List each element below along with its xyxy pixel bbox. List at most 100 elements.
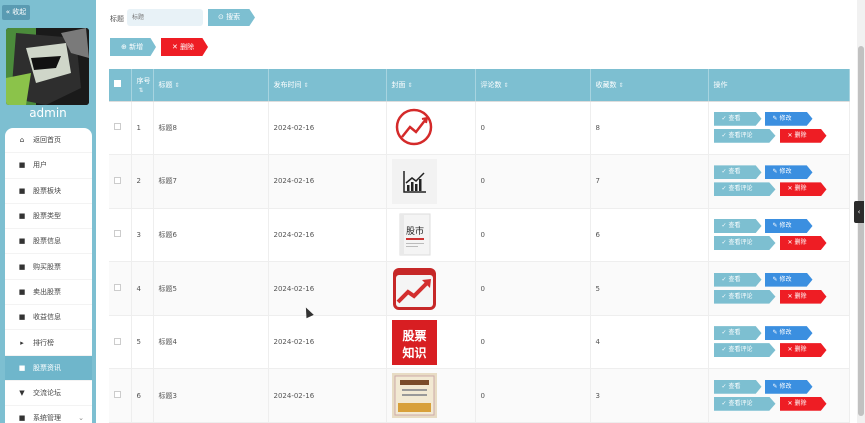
cell-cover: 股市 <box>386 208 476 263</box>
row-checkbox[interactable] <box>114 284 121 292</box>
view-label: 查看 <box>728 221 741 229</box>
view-button[interactable]: ✓ 查看 <box>713 272 762 287</box>
sidebar-item-label: 股票板块 <box>33 186 61 195</box>
view-comments-button[interactable]: ✓ 查看评论 <box>713 235 776 250</box>
scrollbar-thumb[interactable] <box>858 46 864 416</box>
row-checkbox[interactable] <box>114 123 121 131</box>
row-checkbox[interactable] <box>114 337 121 345</box>
edit-button[interactable]: ✎ 修改 <box>764 272 813 287</box>
delete-label: 删除 <box>794 185 807 193</box>
header-comments[interactable]: 评论数 ⇕ <box>475 69 591 102</box>
sidebar-item[interactable]: ■ 股票资讯 <box>5 355 92 381</box>
sidebar-item[interactable]: ■ 股票类型 <box>5 204 92 230</box>
row-checkbox[interactable] <box>114 391 121 399</box>
side-drawer-toggle[interactable]: ‹ <box>854 201 864 223</box>
menu-icon: ▼ <box>19 389 25 398</box>
view-button[interactable]: ✓ 查看 <box>713 165 762 180</box>
sidebar-item[interactable]: ■ 收益信息 <box>5 305 92 331</box>
row-checkbox[interactable] <box>114 230 121 238</box>
cover-image <box>392 266 475 311</box>
view-button[interactable]: ✓ 查看 <box>713 379 762 394</box>
header-favorites-label: 收藏数 <box>595 80 617 89</box>
cell-date: 2024-02-16 <box>268 261 387 316</box>
row-select-cell[interactable] <box>109 315 132 370</box>
row-select-cell[interactable] <box>109 154 132 209</box>
cover-image: 股市 <box>391 212 475 258</box>
header-actions: 操作 <box>708 69 850 102</box>
table-row: 6 标题3 2024-02-16 0 3 ✓ 查看 ✎ 修改 ✓ 查看评论 ✕ 删除 <box>109 368 850 423</box>
delete-button[interactable]: ✕ 删除 <box>779 128 827 143</box>
view-comments-label: 查看评论 <box>728 185 753 193</box>
row-select-cell[interactable] <box>109 368 132 423</box>
sidebar-item[interactable]: ■ 卖出股票 <box>5 280 92 306</box>
sidebar-item[interactable]: ■ 股票板块 <box>5 179 92 204</box>
cell-favorites: 4 <box>590 315 709 370</box>
sidebar-item[interactable]: ▸ 排行榜 <box>5 330 92 356</box>
sidebar-item-label: 股票信息 <box>33 237 61 246</box>
view-label: 查看 <box>728 275 741 283</box>
sidebar-item[interactable]: ■ 系统管理 ⌄ <box>5 406 92 423</box>
view-button[interactable]: ✓ 查看 <box>713 111 762 126</box>
header-favorites[interactable]: 收藏数 ⇕ <box>590 69 709 102</box>
menu-icon: ■ <box>18 414 26 423</box>
view-comments-button[interactable]: ✓ 查看评论 <box>713 289 776 304</box>
avatar <box>6 28 89 105</box>
sidebar-item[interactable]: ⌂ 返回首页 <box>5 128 92 154</box>
select-all-checkbox[interactable] <box>114 80 121 88</box>
select-all-header[interactable] <box>109 69 132 102</box>
add-button[interactable]: ⊕ 新增 <box>110 38 156 56</box>
cell-actions: ✓ 查看 ✎ 修改 ✓ 查看评论 ✕ 删除 <box>708 154 850 209</box>
sidebar-item[interactable]: ■ 股票信息 <box>5 229 92 255</box>
delete-button[interactable]: ✕ 删除 <box>779 235 827 250</box>
sidebar-item[interactable]: ■ 购买股票 <box>5 254 92 280</box>
search-label: 标题 <box>110 15 124 23</box>
sort-icon: ⇕ <box>503 81 509 89</box>
table-row: 2 标题7 2024-02-16 0 7 ✓ 查看 ✎ 修改 ✓ 查看评论 ✕ 删除 <box>109 154 850 209</box>
table-row: 3 标题6 2024-02-16 股市 0 6 ✓ 查看 ✎ 修改 ✓ 查看评论 ✕ 删除 <box>109 208 850 263</box>
cell-comments: 0 <box>475 154 591 209</box>
delete-button[interactable]: ✕ 删除 <box>779 343 827 358</box>
edit-button[interactable]: ✎ 修改 <box>764 326 813 341</box>
cell-title: 标题3 <box>153 368 269 423</box>
view-button[interactable]: ✓ 查看 <box>713 218 762 233</box>
cell-index: 3 <box>131 208 154 263</box>
search-input[interactable] <box>127 9 203 26</box>
row-select-cell[interactable] <box>109 261 132 316</box>
edit-button[interactable]: ✎ 修改 <box>764 218 813 233</box>
sidebar-item[interactable]: ▼ 交流论坛 <box>5 381 92 407</box>
sidebar-item[interactable]: ■ 用户 <box>5 153 92 179</box>
edit-button[interactable]: ✎ 修改 <box>764 379 813 394</box>
row-select-cell[interactable] <box>109 208 132 263</box>
view-comments-button[interactable]: ✓ 查看评论 <box>713 182 776 197</box>
row-select-cell[interactable] <box>109 101 132 156</box>
bulk-delete-button[interactable]: ✕ 删除 <box>161 38 208 56</box>
cell-date: 2024-02-16 <box>268 154 387 209</box>
cell-comments: 0 <box>475 315 591 370</box>
edit-button[interactable]: ✎ 修改 <box>764 111 813 126</box>
cell-comments: 0 <box>475 101 591 156</box>
header-title-label: 标题 <box>158 80 173 89</box>
header-cover[interactable]: 封面 ⇕ <box>386 69 476 102</box>
view-comments-button[interactable]: ✓ 查看评论 <box>713 343 776 358</box>
view-button[interactable]: ✓ 查看 <box>713 326 762 341</box>
header-index[interactable]: 序号⇅ <box>131 69 154 102</box>
search-button[interactable]: ⊙ 搜索 <box>208 9 255 26</box>
delete-button[interactable]: ✕ 删除 <box>779 289 827 304</box>
sort-icon: ⇕ <box>407 81 413 89</box>
sidebar-item-label: 交流论坛 <box>33 389 61 398</box>
view-comments-button[interactable]: ✓ 查看评论 <box>713 396 776 411</box>
header-title[interactable]: 标题 ⇕ <box>153 69 269 102</box>
delete-button[interactable]: ✕ 删除 <box>779 182 827 197</box>
view-comments-button[interactable]: ✓ 查看评论 <box>713 128 776 143</box>
svg-text:股市: 股市 <box>405 225 423 237</box>
edit-button[interactable]: ✎ 修改 <box>764 165 813 180</box>
add-button-label: 新增 <box>129 43 144 51</box>
cover-image <box>391 373 475 419</box>
cell-title: 标题8 <box>153 101 269 156</box>
cell-favorites: 8 <box>590 101 709 156</box>
cell-date: 2024-02-16 <box>268 368 387 423</box>
collapse-button[interactable]: « 收起 <box>2 5 30 20</box>
header-date[interactable]: 发布时间 ⇕ <box>268 69 387 102</box>
delete-button[interactable]: ✕ 删除 <box>779 396 827 411</box>
row-checkbox[interactable] <box>114 176 121 184</box>
